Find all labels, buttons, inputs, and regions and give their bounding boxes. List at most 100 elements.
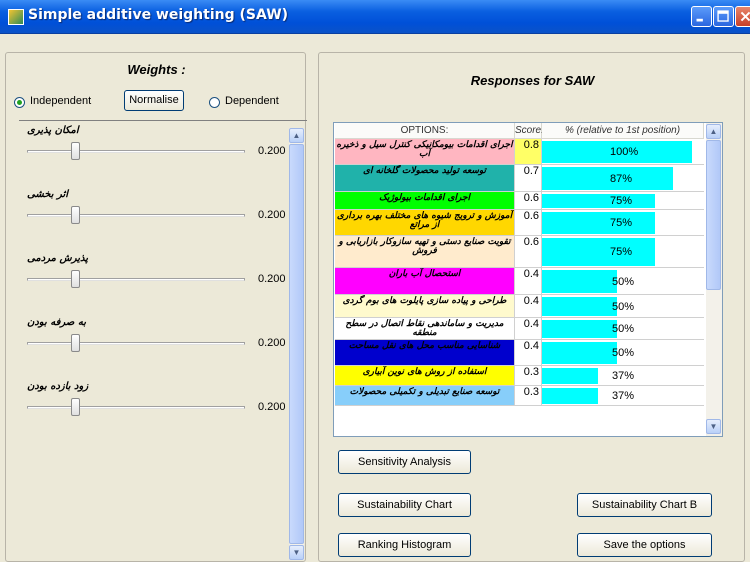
percent-cell: 37% <box>542 386 704 406</box>
dependent-label[interactable]: Dependent <box>225 95 279 107</box>
score-cell[interactable]: 0.4 <box>515 318 542 340</box>
scroll-down-icon[interactable]: ▼ <box>289 545 304 560</box>
close-icon <box>740 11 750 22</box>
criterion-slider-thumb[interactable] <box>71 206 80 224</box>
score-cell[interactable]: 0.7 <box>515 165 542 192</box>
percent-bar <box>542 270 617 293</box>
option-cell[interactable]: طراحی و پیاده سازی پایلوت های بوم گردی <box>335 295 515 318</box>
column-header-options[interactable]: OPTIONS: <box>335 123 515 139</box>
percent-label: 37% <box>612 390 635 402</box>
criterion-slider-track[interactable] <box>27 342 245 345</box>
percent-label: 75% <box>610 195 633 207</box>
dependent-radio[interactable] <box>209 97 220 108</box>
app-icon <box>8 9 24 25</box>
column-header-score[interactable]: Score: <box>515 123 544 139</box>
criterion-label: پذیرش مردمی <box>27 253 89 264</box>
save-options-button[interactable]: Save the options <box>577 533 712 557</box>
criterion-slider-thumb[interactable] <box>71 270 80 288</box>
percent-cell: 50% <box>542 340 704 366</box>
percent-label: 50% <box>612 347 635 359</box>
grid-scroll-down-icon[interactable]: ▼ <box>706 419 721 434</box>
percent-cell: 50% <box>542 318 704 340</box>
sensitivity-analysis-button[interactable]: Sensitivity Analysis <box>338 450 471 474</box>
option-cell[interactable]: استفاده از روش های نوین آبیاری <box>335 366 515 386</box>
percent-bar <box>542 212 655 234</box>
criterion-value: 0.200 <box>258 209 286 221</box>
maximize-icon <box>717 10 729 22</box>
option-cell[interactable]: توسعه تولید محصولات گلخانه ای <box>335 165 515 192</box>
weights-scrollbar[interactable]: ▲ ▼ <box>289 128 304 560</box>
criterion-slider-track[interactable] <box>27 214 245 217</box>
window-title: Simple additive weighting (SAW) <box>28 7 289 23</box>
maximize-button[interactable] <box>713 6 734 27</box>
sustainability-chart-b-button[interactable]: Sustainability Chart B <box>577 493 712 517</box>
grid-scroll-thumb[interactable] <box>706 140 721 290</box>
criterion-slider-track[interactable] <box>27 278 245 281</box>
criterion-value: 0.200 <box>258 273 286 285</box>
percent-cell: 100% <box>542 139 704 165</box>
option-cell[interactable]: اجرای اقدامات بیومکانیکی کنترل سیل و ذخی… <box>335 139 515 165</box>
minimize-icon <box>696 18 703 22</box>
grid-scrollbar[interactable]: ▲ ▼ <box>706 123 722 436</box>
criterion-label: به صرفه بودن <box>27 317 87 328</box>
criterion-label: اثر بخشی <box>27 189 69 200</box>
option-cell[interactable]: استحصال آب باران <box>335 268 515 295</box>
option-cell[interactable]: مدیریت و ساماندهی نقاط اتصال در سطح منطق… <box>335 318 515 340</box>
score-cell[interactable]: 0.4 <box>515 295 542 318</box>
percent-bar <box>542 388 598 404</box>
criteria-list: امکان پذیری 0.200 اثر بخشی 0.200 پذیرش مردمی… <box>19 120 307 561</box>
percent-cell: 75% <box>542 236 704 268</box>
percent-bar <box>542 297 617 316</box>
score-cell[interactable]: 0.4 <box>515 340 542 366</box>
responses-title: Responses for SAW <box>470 73 595 88</box>
option-cell[interactable]: شناسایی مناسب محل های نقل مساحت <box>335 340 515 366</box>
independent-label[interactable]: Independent <box>30 95 91 107</box>
percent-bar <box>542 194 655 208</box>
score-cell[interactable]: 0.6 <box>515 236 542 268</box>
criterion-slider-track[interactable] <box>27 406 245 409</box>
score-cell[interactable]: 0.6 <box>515 210 542 236</box>
minimize-button[interactable] <box>691 6 712 27</box>
criterion-label: امکان پذیری <box>27 125 79 136</box>
score-cell[interactable]: 0.3 <box>515 386 542 406</box>
option-cell[interactable]: توسعه صنایع تبدیلی و تکمیلی محصولات <box>335 386 515 406</box>
grid-scroll-up-icon[interactable]: ▲ <box>706 124 721 139</box>
percent-cell: 50% <box>542 295 704 318</box>
option-cell[interactable]: آموزش و ترویج شیوه های مختلف بهره برداری… <box>335 210 515 236</box>
percent-label: 75% <box>610 217 633 229</box>
saw-window: Simple additive weighting (SAW) Weights … <box>0 0 750 562</box>
close-button[interactable] <box>735 6 750 27</box>
ranking-histogram-button[interactable]: Ranking Histogram <box>338 533 471 557</box>
percent-label: 50% <box>612 301 635 313</box>
title-bar[interactable]: Simple additive weighting (SAW) <box>0 0 750 34</box>
percent-bar <box>542 342 617 364</box>
column-header-percent[interactable]: % (relative to 1st position) <box>542 123 704 139</box>
criterion-slider-thumb[interactable] <box>71 334 80 352</box>
percent-bar <box>542 167 673 190</box>
percent-label: 50% <box>612 276 635 288</box>
sustainability-chart-button[interactable]: Sustainability Chart <box>338 493 471 517</box>
criterion-slider-track[interactable] <box>27 150 245 153</box>
option-cell[interactable]: اجرای اقدامات بیولوژیک <box>335 192 515 210</box>
scroll-up-icon[interactable]: ▲ <box>289 128 304 143</box>
percent-cell: 75% <box>542 210 704 236</box>
criterion-value: 0.200 <box>258 401 286 413</box>
scroll-thumb[interactable] <box>289 144 304 544</box>
option-cell[interactable]: تقویت صنایع دستی و تهیه سازوکار بازاریاب… <box>335 236 515 268</box>
percent-cell: 50% <box>542 268 704 295</box>
percent-label: 50% <box>612 323 635 335</box>
score-cell[interactable]: 0.8 <box>515 139 542 165</box>
percent-label: 75% <box>610 246 633 258</box>
independent-radio[interactable] <box>14 97 25 108</box>
percent-cell: 75% <box>542 192 704 210</box>
score-cell[interactable]: 0.3 <box>515 366 542 386</box>
normalise-button[interactable]: Normalise <box>124 90 184 111</box>
percent-cell: 87% <box>542 165 704 192</box>
criterion-slider-thumb[interactable] <box>71 398 80 416</box>
score-cell[interactable]: 0.6 <box>515 192 542 210</box>
criterion-slider-thumb[interactable] <box>71 142 80 160</box>
responses-grid[interactable]: OPTIONS: Score: % (relative to 1st posit… <box>333 122 723 437</box>
percent-bar <box>542 320 617 338</box>
score-cell[interactable]: 0.4 <box>515 268 542 295</box>
percent-label: 87% <box>610 173 633 185</box>
